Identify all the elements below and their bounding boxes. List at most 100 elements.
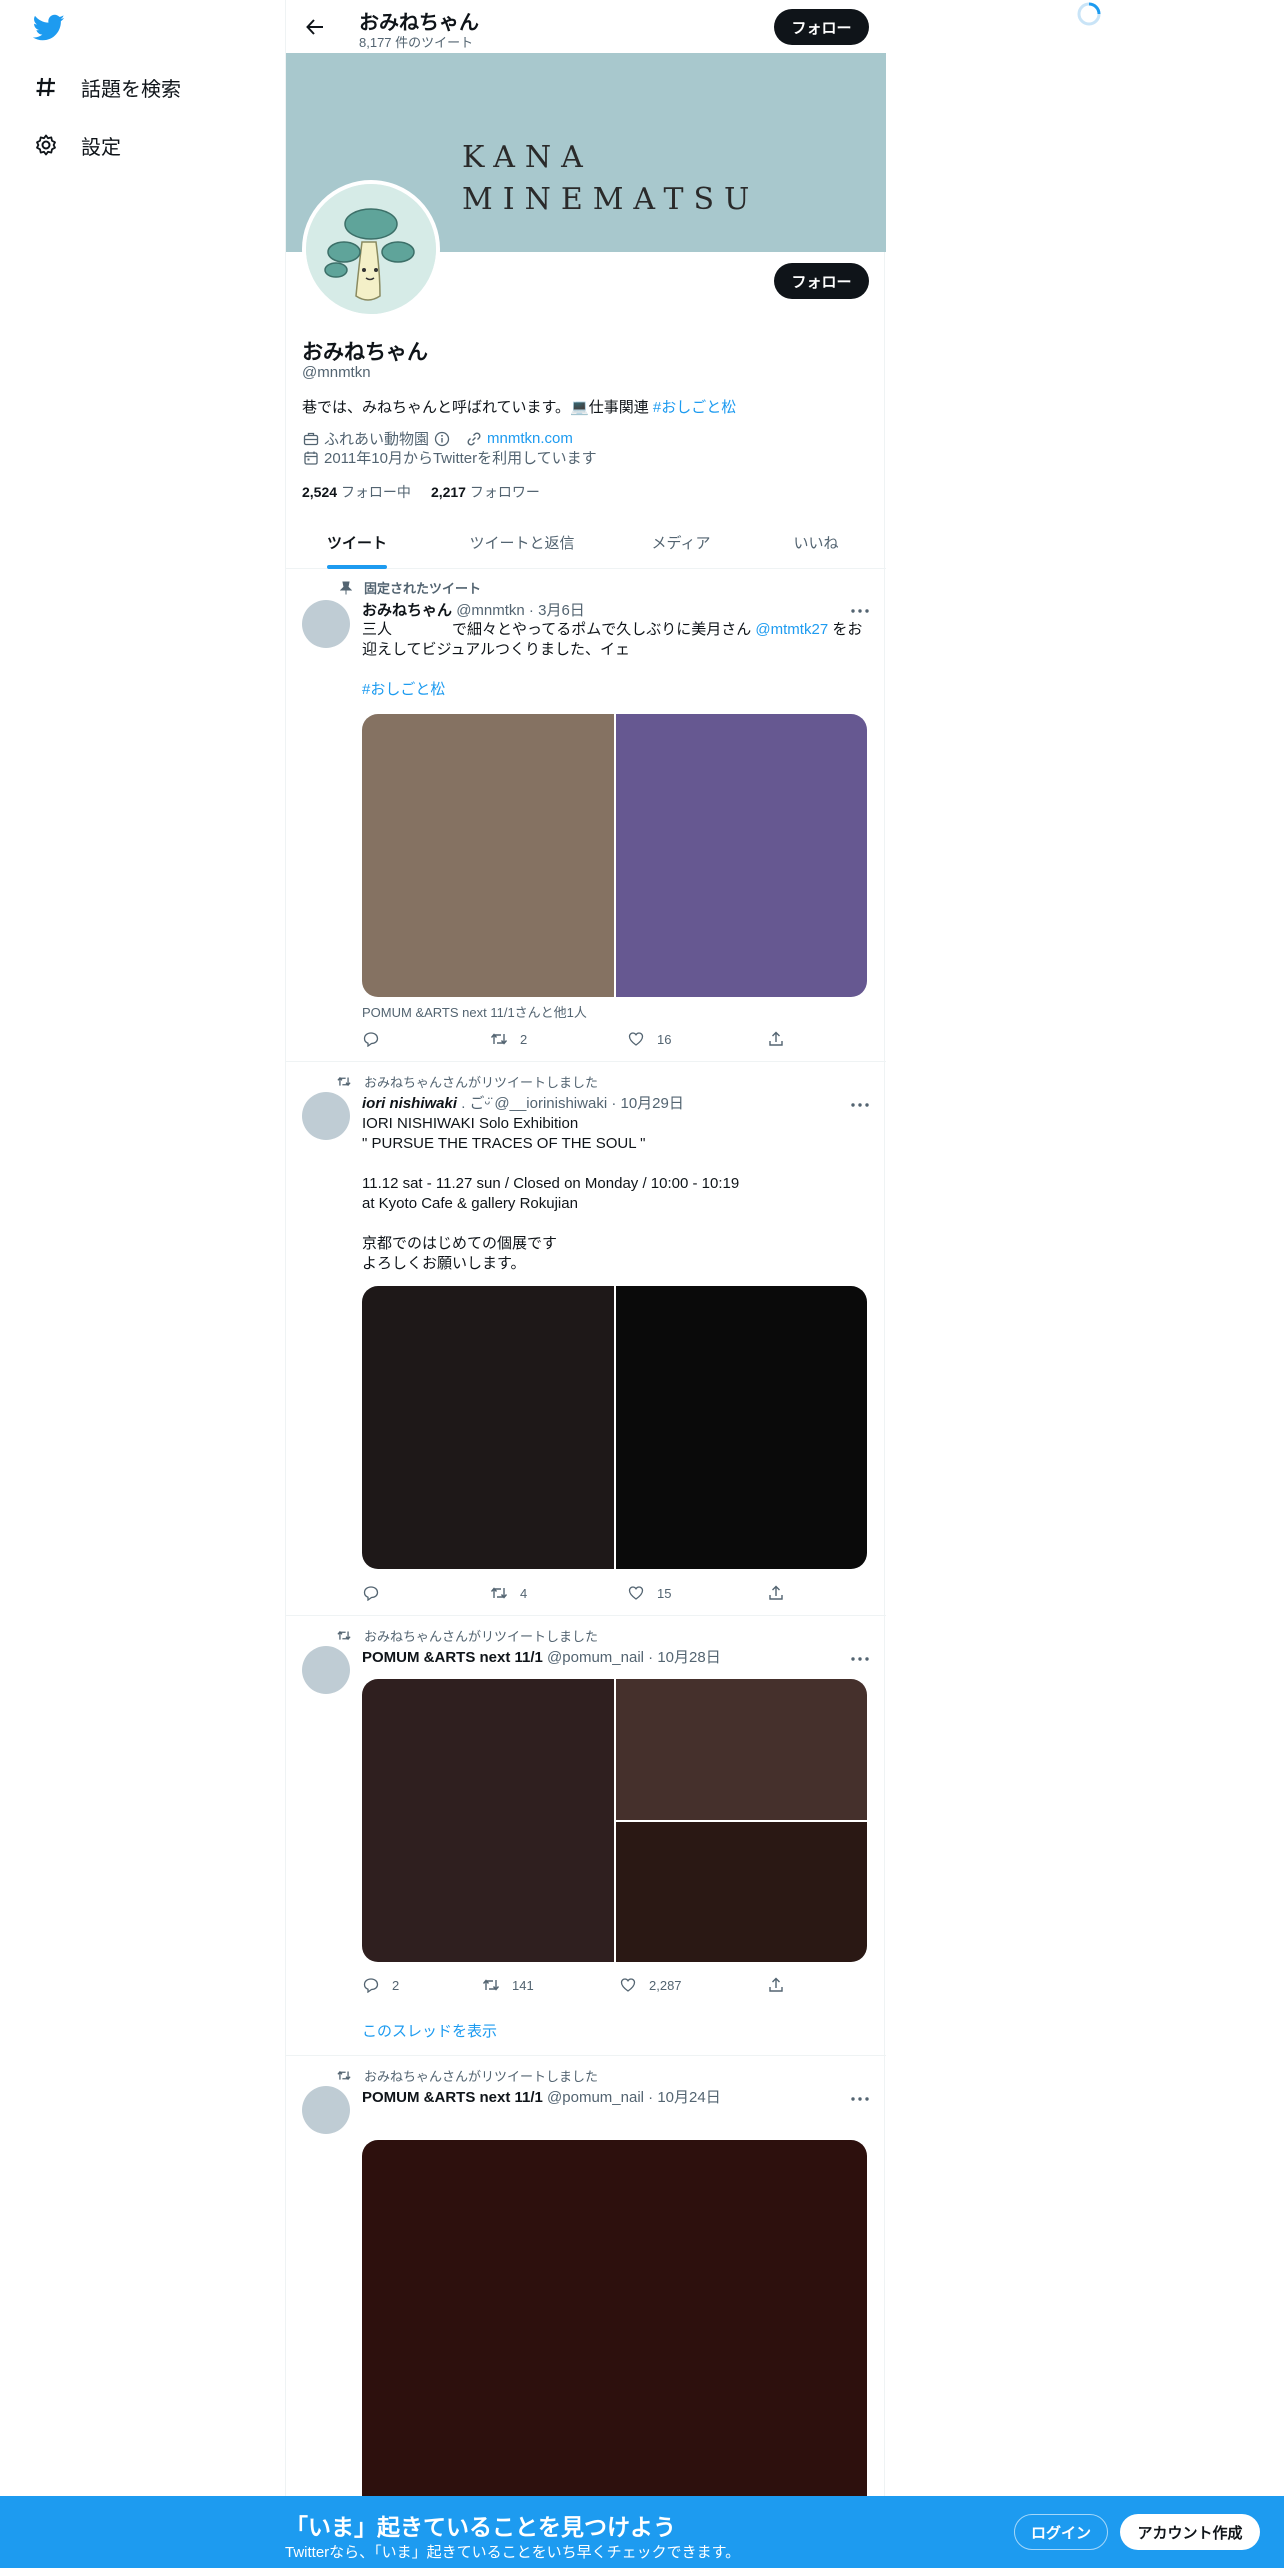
briefcase-icon xyxy=(302,430,320,448)
profile-handle: @mnmtkn xyxy=(302,364,371,381)
nav-explore-label: 話題を検索 xyxy=(81,78,181,101)
mention-link[interactable]: @mtmtk27 xyxy=(755,621,828,638)
tweet-header: おみねちゃん @mnmtkn · 3月6日 xyxy=(362,602,585,619)
media-image[interactable] xyxy=(615,714,867,997)
signup-prompt-subtitle: Twitterなら、「いま」起きていることをいち早くチェックできます。 xyxy=(285,2544,741,2561)
tweet-retweet-2[interactable]: おみねちゃんさんがリツイートしました POMUM &ARTS next 11/1… xyxy=(286,1616,886,2056)
tab-media[interactable]: メディア xyxy=(616,515,746,569)
tweet-date[interactable]: 10月29日 xyxy=(621,1095,684,1112)
share-icon xyxy=(767,1030,785,1048)
more-options-icon[interactable] xyxy=(850,2094,870,2104)
heart-icon xyxy=(627,1030,645,1048)
tweet-author-avatar[interactable] xyxy=(302,1092,350,1140)
profile-website-link[interactable]: mnmtkn.com xyxy=(487,430,573,447)
tweet-date[interactable]: 10月24日 xyxy=(657,2089,720,2106)
tweet-author-avatar[interactable] xyxy=(302,1646,350,1694)
tweet-author-handle: @__iorinishiwaki xyxy=(494,1095,608,1112)
tweet-author-avatar[interactable] xyxy=(302,2086,350,2134)
retweet-icon xyxy=(334,1629,352,1643)
reply-button[interactable]: 2 xyxy=(362,1976,399,1994)
header-follow-button[interactable]: フォロー xyxy=(774,9,869,45)
header-profile-name: おみねちゃん xyxy=(359,12,479,34)
nav-settings-label: 設定 xyxy=(81,136,121,159)
followers-link[interactable]: 2,217 フォロワー xyxy=(431,482,540,502)
media-image[interactable] xyxy=(362,1679,614,1962)
login-button[interactable]: ログイン xyxy=(1014,2514,1108,2550)
tweet-author-handle: @pomum_nail xyxy=(547,2089,644,2106)
tweet-author-handle: @pomum_nail xyxy=(547,1649,644,1666)
tweet-date[interactable]: 10月28日 xyxy=(657,1649,720,1666)
tab-tweets-replies[interactable]: ツイートと返信 xyxy=(428,515,616,569)
retweet-button[interactable]: 4 xyxy=(490,1584,527,1602)
following-link[interactable]: 2,524 フォロー中 xyxy=(302,482,411,502)
tweet-author-avatar[interactable] xyxy=(302,600,350,648)
retweet-icon xyxy=(334,2069,352,2083)
heart-icon xyxy=(627,1584,645,1602)
hashtag-link[interactable]: #おしごと松 xyxy=(362,681,445,698)
twitter-logo-icon[interactable] xyxy=(32,14,65,42)
profile-header-bar: おみねちゃん 8,177 件のツイート フォロー xyxy=(286,0,886,53)
nav-explore[interactable]: 話題を検索 xyxy=(33,67,181,107)
profile-column: おみねちゃん 8,177 件のツイート フォロー KANA MINEMATSU xyxy=(285,0,886,2568)
profile-tabs: ツイート ツイートと返信 メディア いいね xyxy=(286,515,886,569)
tweet-author-name[interactable]: POMUM &ARTS next 11/1 xyxy=(362,2089,543,2106)
tweet-retweet-1[interactable]: おみねちゃんさんがリツイートしました iori nishiwaki . ごᵕ̈ … xyxy=(286,1062,886,1616)
media-image[interactable] xyxy=(615,1286,867,1569)
profile-follow-button[interactable]: フォロー xyxy=(774,263,869,299)
pin-icon xyxy=(334,581,352,595)
like-button[interactable]: 15 xyxy=(627,1584,671,1602)
tab-likes[interactable]: いいね xyxy=(746,515,886,569)
signup-prompt-title: 「いま」起きていることを見つけよう xyxy=(285,2514,676,2540)
share-button[interactable] xyxy=(767,1976,797,1994)
tweet-actions: 4 15 xyxy=(362,1584,787,1604)
media-image[interactable] xyxy=(615,1821,867,1962)
tweet-retweet-3[interactable]: おみねちゃんさんがリツイートしました POMUM &ARTS next 11/1… xyxy=(286,2056,886,2568)
signup-button[interactable]: アカウント作成 xyxy=(1120,2514,1260,2550)
share-button[interactable] xyxy=(767,1584,797,1602)
profile-joined-row: 2011年10月からTwitterを利用しています xyxy=(302,447,597,468)
back-arrow-icon[interactable] xyxy=(302,14,328,40)
tweet-media[interactable] xyxy=(362,1679,867,1962)
more-options-icon[interactable] xyxy=(850,606,870,616)
active-tab-indicator xyxy=(327,565,387,569)
retweet-icon xyxy=(490,1030,508,1048)
profile-meta-row: ふれあい動物園 mnmtkn.com xyxy=(302,428,573,449)
bio-hashtag-link[interactable]: #おしごと松 xyxy=(653,399,736,416)
share-icon xyxy=(767,1976,785,1994)
like-button[interactable]: 2,287 xyxy=(619,1976,682,1994)
more-options-icon[interactable] xyxy=(850,1100,870,1110)
tweet-context: 固定されたツイート xyxy=(334,578,481,597)
tweet-media[interactable] xyxy=(362,714,867,997)
hashtag-icon xyxy=(33,74,59,100)
retweet-button[interactable]: 141 xyxy=(482,1976,534,1994)
media-image[interactable] xyxy=(362,1286,614,1569)
more-options-icon[interactable] xyxy=(850,1654,870,1664)
media-image[interactable] xyxy=(362,714,614,997)
tab-tweets[interactable]: ツイート xyxy=(286,515,428,569)
reply-button[interactable] xyxy=(362,1584,392,1602)
media-image[interactable] xyxy=(615,1679,867,1820)
tweet-header: POMUM &ARTS next 11/1 @pomum_nail · 10月2… xyxy=(362,1649,721,1666)
retweet-button[interactable]: 2 xyxy=(490,1030,527,1048)
tweet-author-name[interactable]: iori nishiwaki xyxy=(362,1095,457,1112)
nav-settings[interactable]: 設定 xyxy=(33,125,121,165)
show-thread-link[interactable]: このスレッドを表示 xyxy=(362,2020,497,2041)
like-button[interactable]: 16 xyxy=(627,1030,671,1048)
profile-avatar[interactable] xyxy=(302,180,440,318)
share-button[interactable] xyxy=(767,1030,797,1048)
page: 話題を検索 設定 おみねちゃん 8,177 件のツイート フォロー KANA M… xyxy=(0,0,1284,2568)
reply-button[interactable] xyxy=(362,1030,392,1048)
left-nav: 話題を検索 設定 xyxy=(0,0,285,2568)
tweet-pinned[interactable]: 固定されたツイート おみねちゃん @mnmtkn · 3月6日 三人 で細々とや… xyxy=(286,570,886,1062)
tagged-users[interactable]: POMUM &ARTS next 11/1さんと他1人 xyxy=(362,1002,587,1021)
retweet-icon xyxy=(482,1976,500,1994)
tweet-author-name[interactable]: おみねちゃん xyxy=(362,602,452,619)
tweet-author-name[interactable]: POMUM &ARTS next 11/1 xyxy=(362,1649,543,1666)
gear-icon xyxy=(33,132,59,158)
tweet-context: おみねちゃんさんがリツイートしました xyxy=(334,2066,598,2085)
link-icon xyxy=(465,430,483,448)
tweet-date[interactable]: 3月6日 xyxy=(538,602,585,619)
tweet-media[interactable] xyxy=(362,1286,867,1569)
info-icon[interactable] xyxy=(433,430,451,448)
retweet-icon xyxy=(490,1584,508,1602)
